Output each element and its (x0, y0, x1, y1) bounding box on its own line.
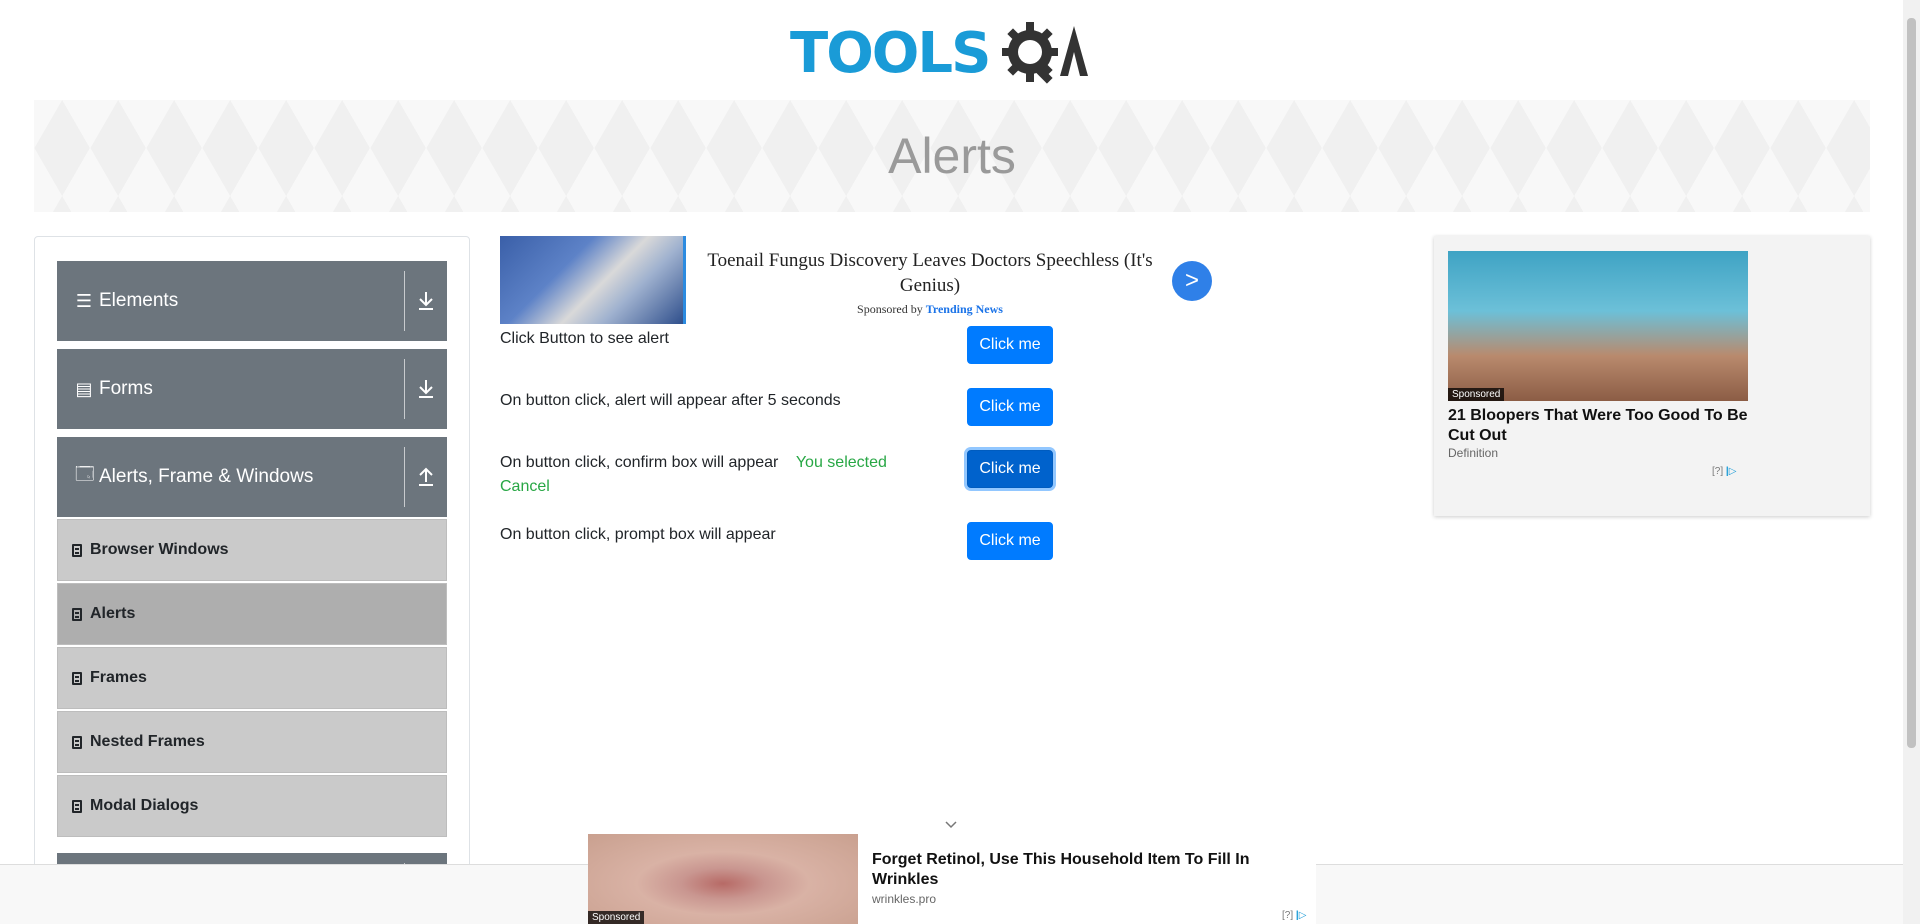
divider (404, 447, 405, 507)
page-title: Alerts (888, 128, 1016, 184)
page-banner: Alerts (34, 100, 1870, 212)
ad-sponsor-name[interactable]: Trending News (926, 302, 1003, 316)
sidebar: ☰ Elements ▤ Forms 🗔 Alerts, Frame & Win… (34, 236, 470, 924)
sidebar-group-forms[interactable]: ▤ Forms (57, 349, 447, 429)
sidebar-item-label: Frames (90, 669, 147, 686)
download-arrow-icon[interactable] (413, 377, 439, 401)
ad-title[interactable]: 21 Bloopers That Were Too Good To Be Cut… (1448, 406, 1758, 446)
confirm-label-group: On button click, confirm box will appear… (500, 451, 920, 499)
divider (404, 359, 405, 419)
ad-source[interactable]: Definition (1448, 446, 1498, 460)
sidebar-group-label: Forms (99, 378, 153, 399)
timer-alert-button[interactable]: Click me (967, 388, 1053, 426)
ad-title[interactable]: Toenail Fungus Discovery Leaves Doctors … (700, 248, 1160, 298)
sidebar-item-label: Nested Frames (90, 733, 205, 750)
sidebar-item-label: Browser Windows (90, 541, 229, 558)
window-icon: 🗔 (75, 464, 95, 484)
scrollbar-thumb[interactable] (1907, 18, 1916, 748)
sidebar-item-nested-frames[interactable]: Nested Frames (57, 711, 447, 773)
chevron-down-icon[interactable] (944, 818, 958, 832)
html-icon (72, 671, 82, 685)
ad-next-arrow-button[interactable]: > (1172, 261, 1212, 301)
gear-search-icon (1002, 22, 1088, 84)
html-icon (72, 735, 82, 749)
sidebar-item-label: Modal Dialogs (90, 797, 199, 814)
sidebar-item-frames[interactable]: Frames (57, 647, 447, 709)
ad-bottom[interactable]: Sponsored Forget Retinol, Use This House… (588, 834, 1316, 924)
sidebar-group-label: Elements (99, 290, 179, 311)
logo-text: TOOLS (790, 20, 991, 86)
html-icon (72, 543, 82, 557)
ad-sponsor-prefix: Sponsored by (857, 302, 923, 316)
ad-sponsor: Sponsored by Trending News (700, 302, 1160, 317)
ad-image[interactable] (500, 236, 686, 324)
ad-choices-help[interactable]: [?] (1282, 910, 1293, 921)
confirm-button[interactable]: Click me (967, 450, 1053, 488)
ad-choices[interactable]: [?] |▷ (1282, 910, 1306, 921)
ad-top[interactable]: Toenail Fungus Discovery Leaves Doctors … (500, 236, 1220, 324)
sponsored-tag: Sponsored (1448, 388, 1505, 401)
divider (404, 271, 405, 331)
download-arrow-icon[interactable] (413, 289, 439, 313)
ad-image[interactable]: Sponsored (588, 834, 858, 924)
prompt-button[interactable]: Click me (967, 522, 1053, 560)
ad-choices-help[interactable]: [?] (1712, 466, 1723, 477)
alert-label: Click Button to see alert (500, 330, 669, 347)
ad-title[interactable]: Forget Retinol, Use This Household Item … (872, 850, 1282, 890)
timer-alert-label: On button click, alert will appear after… (500, 392, 841, 409)
alert-button[interactable]: Click me (967, 326, 1053, 364)
html-icon (72, 607, 82, 621)
hamburger-icon: ☰ (75, 290, 93, 311)
html-icon (72, 799, 82, 813)
sidebar-group-label: Alerts, Frame & Windows (99, 466, 314, 487)
page-scrollbar[interactable] (1903, 0, 1920, 924)
prompt-label: On button click, prompt box will appear (500, 526, 776, 543)
ad-right[interactable]: Sponsored 21 Bloopers That Were Too Good… (1434, 236, 1870, 516)
toolsqa-logo[interactable]: TOOLS (790, 14, 1120, 92)
sidebar-item-browser-windows[interactable]: Browser Windows (57, 519, 447, 581)
sidebar-group-alerts-frame-windows[interactable]: 🗔 Alerts, Frame & Windows (57, 437, 447, 517)
ad-source[interactable]: wrinkles.pro (872, 892, 936, 906)
sidebar-item-alerts[interactable]: Alerts (57, 583, 447, 645)
sidebar-group-elements[interactable]: ☰ Elements (57, 261, 447, 341)
sponsored-tag: Sponsored (588, 911, 645, 924)
adchoices-icon[interactable]: |▷ (1296, 910, 1307, 921)
sidebar-item-modal-dialogs[interactable]: Modal Dialogs (57, 775, 447, 837)
sidebar-item-label: Alerts (90, 605, 136, 622)
upload-arrow-icon[interactable] (413, 465, 439, 489)
adchoices-icon[interactable]: |▷ (1726, 466, 1737, 477)
confirm-label: On button click, confirm box will appear (500, 454, 779, 471)
ad-image[interactable]: Sponsored (1448, 251, 1748, 401)
ad-choices[interactable]: [?] |▷ (1712, 466, 1736, 477)
form-icon: ▤ (75, 378, 93, 399)
page: TOOLS Alerts ☰ Elements ▤ Forms 🗔 Alerts… (0, 0, 1920, 924)
